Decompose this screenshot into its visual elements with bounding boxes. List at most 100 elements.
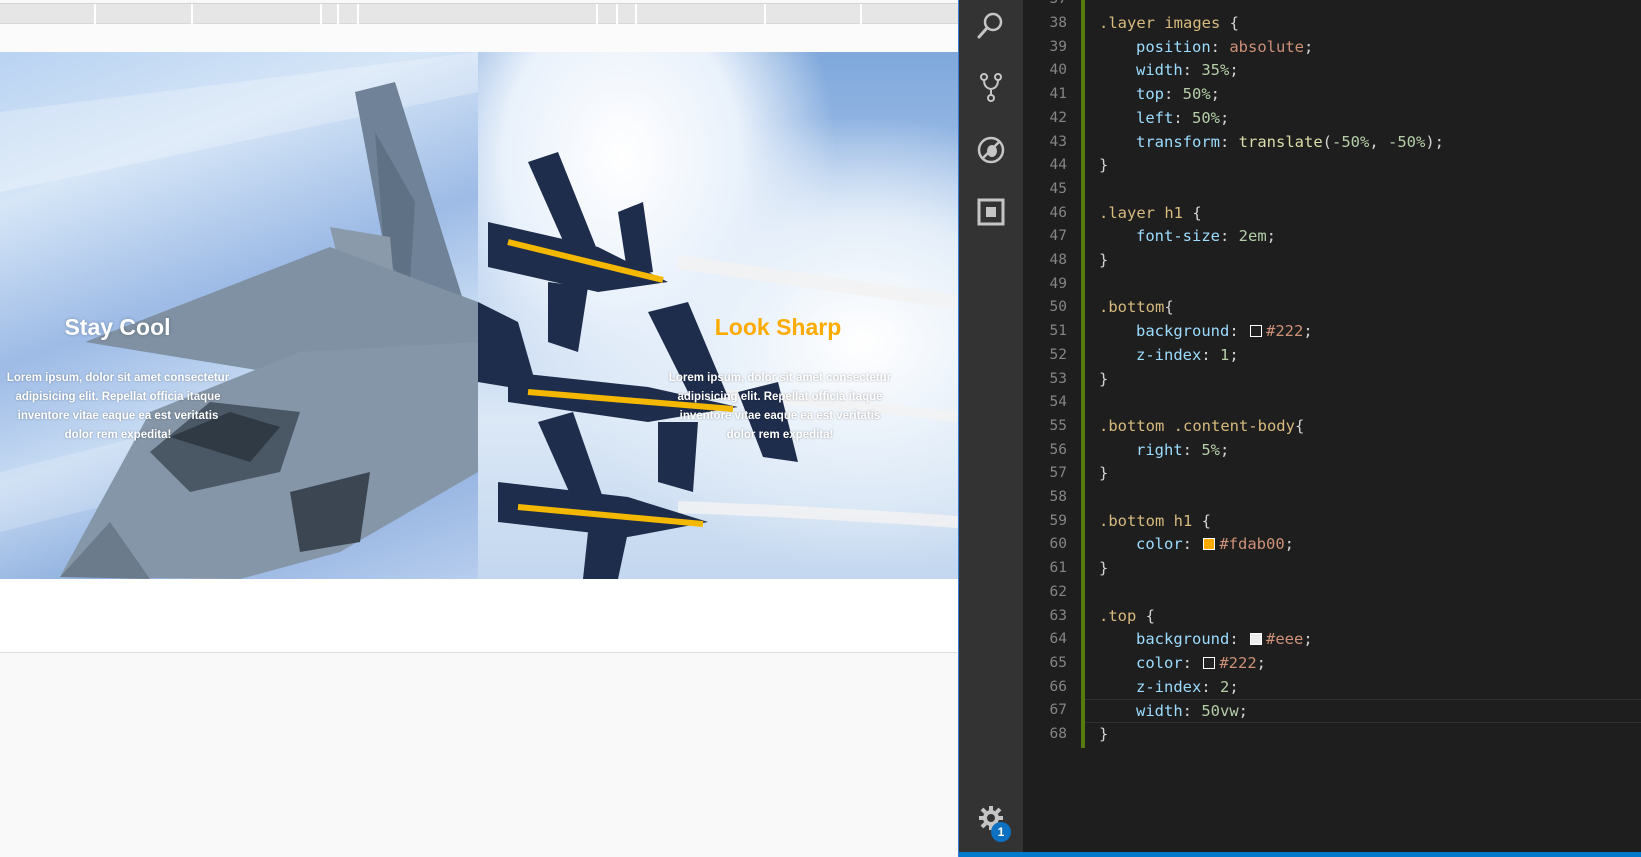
code-line[interactable]: } bbox=[1085, 557, 1641, 581]
code-line[interactable] bbox=[1085, 178, 1641, 202]
code-token: .bottom bbox=[1099, 298, 1165, 317]
code-line[interactable]: .top { bbox=[1085, 605, 1641, 629]
code-token: ; bbox=[1210, 85, 1221, 104]
code-line[interactable] bbox=[1085, 391, 1641, 415]
code-token: : bbox=[1201, 677, 1220, 696]
color-swatch[interactable] bbox=[1250, 633, 1262, 646]
code-token: : bbox=[1164, 85, 1183, 104]
code-area[interactable]: .layer images {position: absolute; width:… bbox=[1085, 0, 1641, 852]
code-token: -50% bbox=[1332, 132, 1370, 151]
code-token: } bbox=[1099, 464, 1109, 483]
source-control-icon[interactable] bbox=[976, 72, 1006, 102]
code-line[interactable]: .bottom .content-body{ bbox=[1085, 415, 1641, 439]
code-token: .top bbox=[1099, 606, 1137, 625]
code-line[interactable]: transform: translate(-50%, -50%); bbox=[1085, 131, 1641, 155]
code-token: : bbox=[1182, 440, 1202, 459]
code-token: ; bbox=[1238, 702, 1249, 721]
code-token: #222 bbox=[1266, 322, 1304, 341]
extensions-icon[interactable] bbox=[976, 197, 1006, 227]
code-line[interactable]: top: 50%; bbox=[1085, 83, 1641, 107]
code-token: ; bbox=[1284, 535, 1295, 554]
code-line[interactable]: .layer images { bbox=[1085, 12, 1641, 36]
line-number: 44 bbox=[1049, 157, 1067, 174]
search-icon[interactable] bbox=[976, 10, 1006, 40]
code-token: ; bbox=[1266, 227, 1277, 246]
code-line[interactable]: color: #fdab00; bbox=[1085, 533, 1641, 557]
code-token: : bbox=[1182, 535, 1202, 554]
code-line[interactable] bbox=[1085, 581, 1641, 605]
settings-badge: 1 bbox=[991, 822, 1011, 842]
code-token: 50% bbox=[1192, 108, 1220, 127]
code-token: 2 bbox=[1220, 677, 1230, 696]
code-line[interactable]: color: #222; bbox=[1085, 652, 1641, 676]
code-line[interactable]: width: 50vw; bbox=[1085, 699, 1641, 723]
code-token: 35% bbox=[1201, 61, 1230, 80]
code-line[interactable]: background: #eee; bbox=[1085, 628, 1641, 652]
code-token: color bbox=[1136, 535, 1183, 554]
code-token: { bbox=[1294, 416, 1305, 435]
code-token: .layer h1 bbox=[1099, 203, 1183, 222]
code-line[interactable]: z-index: 2; bbox=[1085, 676, 1641, 700]
code-line[interactable]: z-index: 1; bbox=[1085, 344, 1641, 368]
ruler-bar bbox=[0, 3, 958, 25]
code-line[interactable]: .bottom{ bbox=[1085, 296, 1641, 320]
code-line[interactable]: .bottom h1 { bbox=[1085, 510, 1641, 534]
code-line[interactable]: position: absolute; bbox=[1085, 36, 1641, 60]
hero-section: Stay Cool Lorem ipsum, dolor sit amet co… bbox=[0, 52, 958, 579]
code-line[interactable] bbox=[1085, 486, 1641, 510]
line-number: 55 bbox=[1049, 417, 1067, 434]
code-token: ; bbox=[1303, 37, 1314, 56]
debug-icon[interactable] bbox=[976, 135, 1006, 165]
code-token: : bbox=[1229, 322, 1248, 341]
code-token: color bbox=[1136, 653, 1183, 672]
code-token: : bbox=[1220, 227, 1239, 246]
code-token: } bbox=[1099, 156, 1109, 175]
right-panel-title: Look Sharp bbox=[714, 314, 842, 340]
line-number: 65 bbox=[1049, 654, 1067, 671]
code-token: translate bbox=[1238, 132, 1323, 151]
line-number: 58 bbox=[1049, 489, 1067, 505]
ruler-tick bbox=[616, 4, 618, 25]
line-number: 68 bbox=[1049, 726, 1067, 742]
code-line[interactable]: font-size: 2em; bbox=[1085, 225, 1641, 249]
line-number: 42 bbox=[1049, 109, 1067, 126]
code-line[interactable]: } bbox=[1085, 368, 1641, 392]
code-line[interactable]: } bbox=[1085, 723, 1641, 747]
line-number: 61 bbox=[1049, 560, 1067, 577]
right-panel-body: Lorem ipsum, dolor sit amet consectetur … bbox=[668, 372, 892, 441]
code-token: 1 bbox=[1220, 345, 1230, 364]
code-line[interactable]: .layer h1 { bbox=[1085, 202, 1641, 226]
code-token: ; bbox=[1220, 440, 1230, 459]
line-number: 60 bbox=[1049, 536, 1067, 553]
code-line[interactable]: width: 35%; bbox=[1085, 59, 1641, 83]
code-line[interactable]: } bbox=[1085, 249, 1641, 273]
code-token: z-index bbox=[1136, 345, 1202, 364]
code-token: width bbox=[1136, 61, 1183, 80]
line-number: 40 bbox=[1049, 62, 1067, 79]
code-line[interactable]: right: 5%; bbox=[1085, 439, 1641, 463]
code-line[interactable]: } bbox=[1085, 462, 1641, 486]
code-token: : bbox=[1182, 702, 1202, 721]
ruler-tick bbox=[320, 4, 322, 25]
code-token: right bbox=[1136, 440, 1183, 459]
code-token: { bbox=[1220, 14, 1239, 32]
code-token: 50% bbox=[1182, 85, 1211, 104]
ruler-tick bbox=[357, 4, 359, 25]
browser-preview: Stay Cool Lorem ipsum, dolor sit amet co… bbox=[0, 0, 958, 857]
code-line[interactable] bbox=[1085, 273, 1641, 297]
code-token: top bbox=[1136, 85, 1164, 104]
code-token: absolute bbox=[1229, 37, 1304, 56]
code-token: position bbox=[1136, 37, 1211, 56]
code-line[interactable]: } bbox=[1085, 154, 1641, 178]
code-token: : bbox=[1182, 653, 1202, 672]
code-token: { bbox=[1136, 606, 1155, 625]
code-token: : bbox=[1229, 630, 1248, 649]
color-swatch[interactable] bbox=[1250, 325, 1262, 338]
line-number: 62 bbox=[1049, 583, 1067, 600]
code-line[interactable]: left: 50%; bbox=[1085, 107, 1641, 131]
code-line[interactable]: background: #222; bbox=[1085, 320, 1641, 344]
right-panel: Look Sharp Lorem ipsum, dolor sit amet c… bbox=[478, 52, 958, 579]
color-swatch[interactable] bbox=[1203, 538, 1216, 551]
color-swatch[interactable] bbox=[1203, 656, 1216, 669]
ruler-tick bbox=[596, 4, 598, 25]
